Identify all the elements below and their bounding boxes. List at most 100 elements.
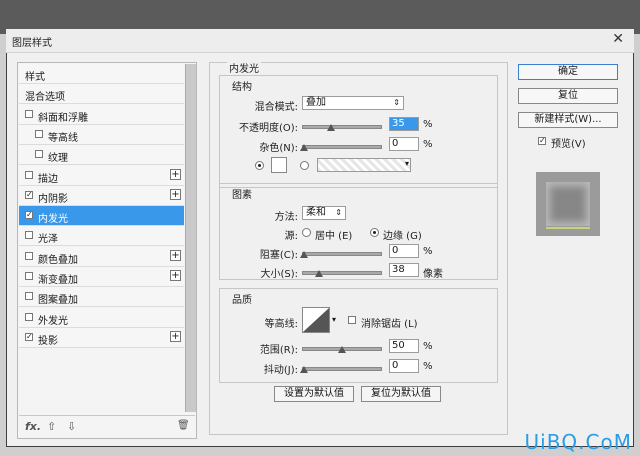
style-list-item[interactable]: 纹理 (19, 145, 184, 166)
reset-button[interactable]: 复位 (518, 88, 618, 104)
add-effect-icon[interactable]: + (170, 330, 181, 342)
size-unit: 像素 (423, 269, 443, 280)
jitter-label: 抖动(J): (263, 365, 298, 376)
range-input[interactable]: 50 (389, 339, 419, 353)
style-list-item[interactable]: ✓ 投影 + (19, 327, 184, 348)
glow-color-swatch[interactable] (271, 157, 287, 173)
size-slider[interactable] (302, 271, 382, 275)
jitter-input[interactable]: 0 (389, 359, 419, 373)
range-unit: % (423, 341, 433, 352)
style-checkbox[interactable] (35, 129, 43, 138)
style-list-item[interactable]: ✓ 内发光 (19, 206, 184, 227)
close-icon[interactable]: ✕ (612, 31, 624, 47)
structure-group: 结构 混合模式: 叠加 ⇕ 不透明度(O): 35 % 杂色(N): 0 % ▾ (219, 75, 498, 188)
set-default-button[interactable]: 设置为默认值 (274, 386, 354, 402)
gradient-radio[interactable] (300, 161, 309, 170)
add-effect-icon[interactable]: + (170, 188, 181, 200)
choke-input[interactable]: 0 (389, 244, 419, 258)
source-edge-radio[interactable] (370, 228, 379, 237)
style-checkbox[interactable] (25, 292, 33, 301)
source-center-radio[interactable] (302, 228, 311, 237)
jitter-slider[interactable] (302, 367, 382, 371)
antialias-label: 消除锯齿 (L) (361, 319, 418, 330)
size-slider-thumb[interactable] (315, 270, 323, 277)
add-effect-icon[interactable]: + (170, 249, 181, 261)
noise-slider-thumb[interactable] (300, 144, 308, 151)
opacity-slider-thumb[interactable] (327, 124, 335, 131)
contour-picker[interactable] (302, 307, 330, 333)
jitter-slider-thumb[interactable] (300, 366, 308, 373)
style-list-item[interactable]: 光泽 (19, 226, 184, 247)
dialog-title-bar: 图层样式 ✕ (6, 29, 634, 53)
choke-slider[interactable] (302, 252, 382, 256)
preview-label: 预览(V) (551, 139, 586, 150)
style-checkbox[interactable] (25, 272, 33, 280)
style-checkbox[interactable] (25, 109, 33, 118)
preview-checkbox[interactable]: ✓ (538, 137, 546, 145)
trash-icon[interactable]: 🗑 (177, 420, 190, 431)
style-list-item[interactable]: 颜色叠加 + (19, 246, 184, 267)
method-select[interactable]: 柔和 ⇕ (302, 206, 346, 220)
style-checkbox[interactable] (25, 231, 33, 240)
style-list-scrollbar[interactable] (185, 64, 196, 412)
style-checkbox[interactable]: ✓ (25, 190, 33, 199)
noise-input[interactable]: 0 (389, 137, 419, 151)
style-list-item-label: 外发光 (38, 315, 68, 327)
style-list-item-label: 描边 (38, 173, 58, 185)
style-list-item-label: 内发光 (38, 214, 68, 226)
style-list-panel: 样式 混合选项 斜面和浮雕 等高线 纹理 描边 + ✓ 内阴影 + ✓ 内发光 光泽 颜色叠加 + 渐变叠加 +… (17, 62, 197, 439)
style-checkbox[interactable]: ✓ (25, 332, 33, 341)
chevron-down-icon[interactable]: ▾ (332, 315, 336, 324)
choke-label: 阻塞(C): (259, 250, 298, 261)
opacity-slider[interactable] (302, 125, 382, 129)
style-list-item[interactable]: 混合选项 (19, 84, 184, 105)
move-down-icon[interactable]: ⇩ (67, 420, 76, 433)
size-label: 大小(S): (260, 269, 298, 280)
style-checkbox[interactable] (35, 150, 43, 159)
style-list-item[interactable]: 等高线 (19, 124, 184, 145)
style-list-item-label: 渐变叠加 (38, 275, 78, 286)
reset-default-button[interactable]: 复位为默认值 (361, 386, 441, 402)
antialias-checkbox[interactable] (348, 316, 356, 324)
opacity-input[interactable]: 35 (389, 117, 419, 131)
opacity-unit: % (423, 119, 433, 130)
ok-button[interactable]: 确定 (518, 64, 618, 80)
contour-label: 等高线: (264, 319, 298, 330)
style-checkbox[interactable] (25, 170, 33, 179)
elements-group: 图素 方法: 柔和 ⇕ 源: 居中 (E) 边缘 (G) 阻塞(C): 0 % 大… (219, 183, 498, 280)
move-up-icon[interactable]: ⇧ (47, 420, 56, 433)
noise-label: 杂色(N): (259, 143, 298, 154)
opacity-label: 不透明度(O): (238, 123, 298, 134)
style-list-item[interactable]: 图案叠加 (19, 287, 184, 308)
add-effect-icon[interactable]: + (170, 270, 181, 281)
noise-slider[interactable] (302, 145, 382, 149)
jitter-unit: % (423, 361, 433, 372)
section-title: 内发光 (227, 60, 261, 75)
style-list-item-label: 混合选项 (25, 92, 65, 104)
style-list-item[interactable]: 描边 + (19, 165, 184, 186)
chevron-down-icon: ▾ (404, 159, 409, 168)
style-list-item[interactable]: 渐变叠加 + (19, 267, 184, 287)
preview-inner (546, 182, 590, 226)
style-checkbox[interactable] (25, 312, 33, 321)
fx-icon[interactable]: fx. (25, 420, 41, 433)
size-input[interactable]: 38 (389, 263, 419, 277)
style-list-item[interactable]: ✓ 内阴影 + (19, 185, 184, 206)
style-list-item-label: 光泽 (38, 234, 58, 246)
range-label: 范围(R): (259, 345, 298, 356)
new-style-button[interactable]: 新建样式(W)... (518, 112, 618, 128)
range-slider-thumb[interactable] (338, 346, 346, 353)
choke-slider-thumb[interactable] (300, 251, 308, 258)
method-label: 方法: (274, 212, 298, 223)
style-list-item[interactable]: 外发光 (19, 307, 184, 328)
style-list-item[interactable]: 样式 (19, 64, 184, 84)
add-effect-icon[interactable]: + (170, 168, 181, 180)
contour-linear-icon (303, 308, 329, 332)
style-checkbox[interactable] (25, 251, 33, 260)
color-radio[interactable] (255, 161, 264, 170)
elements-title: 图素 (232, 190, 252, 201)
gradient-picker[interactable]: ▾ (317, 158, 411, 172)
style-list-item[interactable]: 斜面和浮雕 (19, 104, 184, 125)
blend-mode-select[interactable]: 叠加 ⇕ (302, 96, 404, 110)
style-checkbox[interactable]: ✓ (25, 211, 33, 220)
